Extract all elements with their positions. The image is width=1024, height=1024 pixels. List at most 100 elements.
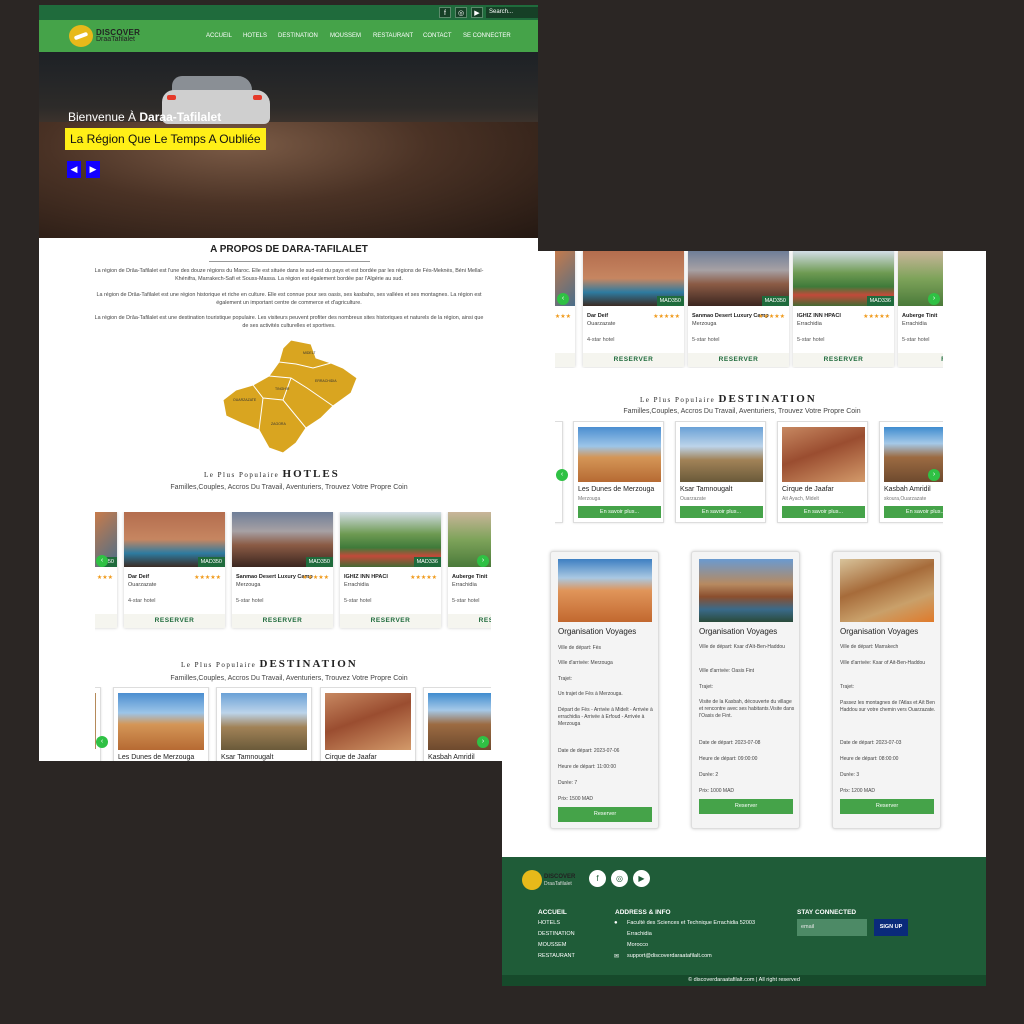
next-slide-button[interactable]: ▶ [86,161,100,178]
reserve-button[interactable]: RESERVER [583,353,684,367]
learn-more-button[interactable]: En savoir plus... [680,506,763,518]
footer-link-destination[interactable]: DESTINATION [538,931,575,937]
trip-arrival: Ville d'arrivée: Merzouga [558,660,613,666]
destination-location: Merzouga [578,496,601,502]
footer-link-moussem[interactable]: MOUSSEM [538,942,566,948]
carousel-next-icon[interactable]: › [477,736,489,748]
carousel-next-icon[interactable]: › [928,469,940,481]
hotel-card[interactable]: MAD336 IGHIZ INN HPACI ★★★★★ Errachidia … [340,512,441,628]
destinations-heading: Le Plus Populaire DESTINATION [181,658,358,670]
mail-icon: ✉ [614,954,620,960]
trip-card: Organisation Voyages Ville de départ: Ks… [691,551,800,829]
carousel-next-icon[interactable]: › [928,293,940,305]
carousel-prev-icon[interactable]: ‹ [96,736,108,748]
trip-image [699,559,793,622]
map-label-ouarzazate: OUARZAZATE [233,398,257,402]
carousel-prev-icon[interactable]: ‹ [557,293,569,305]
trip-reserve-button[interactable]: Reserver [699,799,793,814]
hotel-card-partial[interactable]: ★★★ RESERVER [555,251,575,367]
hotel-card-partial[interactable]: 350 ★★★ RESERVER [95,512,117,628]
trip-reserve-button[interactable]: Reserver [558,807,652,822]
reserve-button[interactable]: RESERVER [124,614,225,628]
hotel-class: 5-star hotel [236,598,264,604]
map-label-tinghir: TINGHIR [275,387,290,391]
reserve-button[interactable]: RESERVER [95,614,117,628]
nav-moussem[interactable]: MOUSSEM [330,33,361,39]
hotels-heading: Le Plus Populaire HOTLES [204,468,340,480]
hotel-card[interactable]: MAD350 Dar Deif ★★★★★ Ouarzazate 4-star … [124,512,225,628]
trip-reserve-button[interactable]: Reserver [840,799,934,814]
learn-more-button[interactable]: En savoir plus... [884,506,943,518]
hotel-price: MAD350 [197,557,225,567]
footer-email[interactable]: support@discoverdaraatafilalt.com [627,953,712,959]
destination-card[interactable]: Les Dunes de Merzouga Merzouga En savoir… [573,421,664,523]
destination-name: Kasbah Amridil [884,486,931,493]
hotel-class: 4-star hotel [128,598,156,604]
signup-button[interactable]: SIGN UP [874,919,908,936]
reserve-button[interactable]: RESERVER [555,353,575,367]
destination-carousel: Les Dunes de Merzouga Ksar Tamnougalt Ci… [95,687,491,761]
about-paragraph-2: La région de Drâa-Tafilalet est une régi… [96,292,482,306]
learn-more-button[interactable]: En savoir plus... [782,506,865,518]
footer-link-hotels[interactable]: HOTELS [538,920,560,926]
hotel-stars: ★★★★★ [863,314,890,320]
reserve-button[interactable]: RESERVER [448,614,491,628]
reserve-button[interactable]: RES [898,353,943,367]
destination-card-partial[interactable] [95,687,101,761]
trip-time: Heure de départ: 11:00:00 [558,764,617,770]
hotel-card[interactable]: Auberge Tinit Errachidia 5-star hotel RE… [448,512,491,628]
facebook-icon[interactable]: f [589,870,606,887]
destination-card[interactable]: Ksar Tamnougalt [216,687,312,761]
youtube-icon[interactable]: ▶ [471,7,483,18]
trip-time: Heure de départ: 08:00:00 [840,756,899,762]
footer-link-accueil[interactable]: ACCUEIL [538,909,567,916]
site-logo[interactable]: DISCOVER DraaTafilalet [69,24,149,48]
instagram-icon[interactable]: ◎ [611,870,628,887]
trip-date: Date de départ: 2023-07-08 [699,740,761,746]
location-pin-icon: ● [614,920,618,926]
footer-logo[interactable]: DISCOVER DraaTafilalet [522,870,582,892]
footer-link-restaurant[interactable]: RESTAURANT [538,953,575,959]
nav-destination[interactable]: DESTINATION [278,33,318,39]
destination-card[interactable]: Kasbah Amridil [423,687,491,761]
hotel-class: 5-star hotel [797,337,825,343]
hotel-card[interactable]: MAD350 Dar Deif ★★★★★ Ouarzazate 4-star … [583,251,684,367]
nav-restaurant[interactable]: RESTAURANT [373,33,413,39]
hotel-card[interactable]: MAD350 Sanmao Desert Luxury Camp ★★★★★ M… [688,251,789,367]
hotel-card[interactable]: MAD336 IGHIZ INN HPACI ★★★★★ Errachidia … [793,251,894,367]
carousel-prev-icon[interactable]: ‹ [96,555,108,567]
reserve-button[interactable]: RESERVER [340,614,441,628]
facebook-icon[interactable]: f [439,7,451,18]
carousel-next-icon[interactable]: › [477,555,489,567]
reserve-button[interactable]: RESERVER [232,614,333,628]
destination-card[interactable]: Cirque de Jaafar Ait Ayach, Midelt En sa… [777,421,868,523]
hotel-card[interactable]: MAD350 Sanmao Desert Luxury Camp ★★★★★ M… [232,512,333,628]
trip-route-label: Trajet: [558,676,572,682]
destinations-subtitle: Familles,Couples, Accros Du Travail, Ave… [623,408,861,415]
navbar: DISCOVER DraaTafilalet ACCUEIL HOTELS DE… [39,20,538,52]
hero-welcome: Bienvenue À Daraa-Tafilalet [68,110,222,124]
destination-card[interactable]: Ksar Tamnougalt Ouarzazate En savoir plu… [675,421,766,523]
prev-slide-button[interactable]: ◀ [67,161,81,178]
hotel-location: Ouarzazate [128,582,157,588]
carousel-prev-icon[interactable]: ‹ [556,469,568,481]
destination-name: Ksar Tamnougalt [221,754,274,761]
trip-date: Date de départ: 2023-07-06 [558,748,620,754]
hotel-card[interactable]: Auberge Tinit Errachidia 5-star hotel RE… [898,251,943,367]
newsletter-email-input[interactable]: email [797,919,867,936]
nav-accueil[interactable]: ACCUEIL [206,33,232,39]
nav-contact[interactable]: CONTACT [423,33,452,39]
nav-login[interactable]: SE CONNECTER [463,33,511,39]
destination-card[interactable]: Les Dunes de Merzouga [113,687,209,761]
reserve-button[interactable]: RESERVER [688,353,789,367]
destination-card[interactable]: Cirque de Jaafar [320,687,416,761]
trip-duration: Durée: 3 [840,772,860,778]
youtube-icon[interactable]: ▶ [633,870,650,887]
instagram-icon[interactable]: ◎ [455,7,467,18]
search-input[interactable]: Search... [486,7,538,18]
reserve-button[interactable]: RESERVER [793,353,894,367]
learn-more-button[interactable]: En savoir plus... [578,506,661,518]
hotel-stars: ★★★★★ [410,575,437,581]
hotel-price: MAD350 [761,296,789,306]
nav-hotels[interactable]: HOTELS [243,33,267,39]
